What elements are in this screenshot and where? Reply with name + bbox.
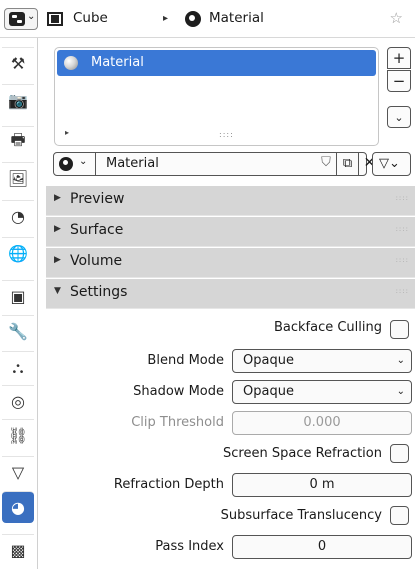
fake-user-shield-icon[interactable]: ⛉ bbox=[317, 155, 335, 173]
chevron-down-icon: ⌄ bbox=[79, 156, 88, 167]
screen-space-refraction-checkbox[interactable] bbox=[390, 444, 409, 463]
properties-tab-bar: ⚒ 📷 🖶 🖼 ◔ 🌐 ▣ 🔧 ⛬ ◎ ⛓ ▽ ◕ ▩ bbox=[0, 38, 38, 569]
section-preview[interactable]: ▶ Preview :::: bbox=[46, 186, 415, 216]
pass-index-field[interactable]: 0 bbox=[232, 535, 412, 559]
tab-constraints[interactable]: ⛓ bbox=[2, 419, 34, 451]
material-slot-list[interactable]: Material ▸ :::: bbox=[54, 47, 379, 146]
blend-mode-value: Opaque bbox=[243, 353, 294, 368]
material-icon: ◕ bbox=[11, 498, 25, 517]
tab-tool[interactable]: ⚒ bbox=[2, 47, 34, 79]
tab-texture[interactable]: ▩ bbox=[2, 534, 34, 566]
properties-editor-icon bbox=[9, 12, 25, 26]
expand-arrow-icon: ▶ bbox=[54, 255, 61, 265]
screen-space-refraction-label: Screen Space Refraction bbox=[223, 446, 382, 461]
material-preview-icon bbox=[64, 56, 78, 70]
material-slot-label: Material bbox=[91, 55, 144, 70]
physics-icon: ◎ bbox=[11, 392, 25, 411]
drag-handle-icon[interactable]: :::: bbox=[396, 194, 409, 202]
tab-render[interactable]: 📷 bbox=[2, 84, 34, 116]
pass-index-label: Pass Index bbox=[155, 539, 224, 554]
editor-type-button[interactable]: ⌄ bbox=[4, 8, 38, 30]
material-name-input[interactable]: Material bbox=[106, 156, 159, 171]
list-expand-icon[interactable]: ▸ bbox=[65, 128, 69, 137]
backface-culling-checkbox[interactable] bbox=[390, 320, 409, 339]
object-data-icon: ▽ bbox=[11, 463, 25, 482]
section-surface[interactable]: ▶ Surface :::: bbox=[46, 217, 415, 247]
section-title: Settings bbox=[70, 284, 128, 300]
material-datablock-field: ⌄ Material ⛉ ⧉ ✕ bbox=[53, 152, 375, 176]
object-icon: ▣ bbox=[10, 287, 26, 306]
add-slot-button[interactable]: + bbox=[387, 47, 411, 69]
world-icon: 🌐 bbox=[8, 244, 28, 263]
tab-particles[interactable]: ⛬ bbox=[2, 351, 34, 383]
remove-slot-button[interactable]: − bbox=[387, 70, 411, 92]
duplicate-material-button[interactable]: ⧉ bbox=[336, 153, 358, 175]
breadcrumb-object[interactable]: Cube bbox=[73, 10, 108, 26]
section-volume[interactable]: ▶ Volume :::: bbox=[46, 248, 415, 278]
shadow-mode-value: Opaque bbox=[243, 384, 294, 399]
breadcrumb-separator-icon: ▸ bbox=[163, 13, 169, 24]
backface-culling-label: Backface Culling bbox=[273, 320, 382, 335]
section-settings[interactable]: ▼ Settings :::: bbox=[46, 279, 415, 309]
material-sphere-icon bbox=[59, 157, 73, 171]
tab-scene[interactable]: ◔ bbox=[2, 200, 34, 232]
blend-mode-select[interactable]: Opaque ⌄ bbox=[232, 349, 412, 373]
tab-view-layer[interactable]: 🖼 bbox=[2, 162, 34, 194]
drag-handle-icon[interactable]: :::: bbox=[396, 256, 409, 264]
tab-object-data[interactable]: ▽ bbox=[2, 456, 34, 488]
pin-icon[interactable]: ☆ bbox=[390, 9, 403, 27]
tab-physics[interactable]: ◎ bbox=[2, 385, 34, 417]
tab-material[interactable]: ◕ bbox=[2, 491, 34, 523]
shadow-mode-label: Shadow Mode bbox=[133, 384, 224, 399]
tab-modifiers[interactable]: 🔧 bbox=[2, 315, 34, 347]
material-icon bbox=[185, 11, 201, 27]
particles-icon: ⛬ bbox=[12, 357, 24, 377]
properties-header: ⌄ Cube ▸ Material ☆ bbox=[0, 0, 415, 38]
section-title: Surface bbox=[70, 222, 124, 238]
material-slot-row[interactable]: Material bbox=[57, 50, 376, 76]
constraints-icon: ⛓ bbox=[7, 426, 29, 445]
scene-icon: ◔ bbox=[11, 207, 25, 226]
tab-object[interactable]: ▣ bbox=[2, 280, 34, 312]
render-icon: 📷 bbox=[8, 91, 28, 110]
tab-output[interactable]: 🖶 bbox=[2, 126, 34, 158]
view-layer-icon: 🖼 bbox=[7, 169, 29, 188]
tab-world[interactable]: 🌐 bbox=[2, 237, 34, 269]
list-resize-grip[interactable]: :::: bbox=[219, 130, 234, 139]
shadow-mode-select[interactable]: Opaque ⌄ bbox=[232, 380, 412, 404]
refraction-depth-field[interactable]: 0 m bbox=[232, 473, 412, 497]
drag-handle-icon[interactable]: :::: bbox=[396, 225, 409, 233]
link-mode-dropdown[interactable]: ▽⌄ bbox=[372, 152, 411, 176]
subsurface-translucency-checkbox[interactable] bbox=[390, 506, 409, 525]
clip-threshold-label: Clip Threshold bbox=[131, 415, 224, 430]
subsurface-translucency-label: Subsurface Translucency bbox=[220, 508, 382, 523]
refraction-depth-label: Refraction Depth bbox=[113, 477, 224, 492]
texture-icon: ▩ bbox=[10, 541, 26, 560]
browse-material-button[interactable]: ⌄ bbox=[54, 153, 96, 175]
output-icon: 🖶 bbox=[10, 130, 26, 149]
expand-arrow-icon: ▶ bbox=[54, 224, 61, 234]
breadcrumb-material[interactable]: Material bbox=[209, 10, 264, 26]
drag-handle-icon[interactable]: :::: bbox=[396, 287, 409, 295]
clip-threshold-field: 0.000 bbox=[232, 411, 412, 435]
blend-mode-label: Blend Mode bbox=[147, 353, 224, 368]
chevron-down-icon: ⌄ bbox=[27, 11, 36, 22]
tool-icon: ⚒ bbox=[10, 54, 26, 73]
chevron-down-icon: ⌄ bbox=[396, 386, 405, 397]
expand-arrow-icon: ▶ bbox=[54, 193, 61, 203]
chevron-down-icon: ⌄ bbox=[396, 355, 405, 366]
section-title: Volume bbox=[70, 253, 123, 269]
object-icon bbox=[47, 12, 63, 26]
section-title: Preview bbox=[70, 191, 125, 207]
collapse-arrow-icon: ▼ bbox=[54, 286, 61, 296]
slot-specials-button[interactable]: ⌄ bbox=[387, 106, 411, 128]
modifiers-icon: 🔧 bbox=[8, 322, 28, 341]
